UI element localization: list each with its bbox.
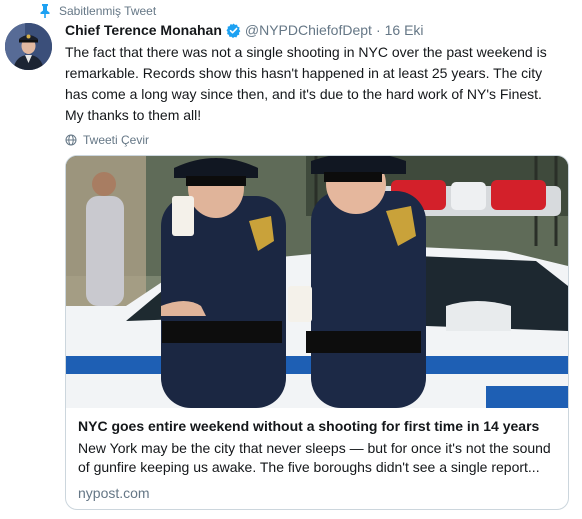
- pin-icon: [40, 4, 50, 18]
- translate-label[interactable]: Tweeti Çevir: [83, 133, 149, 147]
- pinned-tweet-indicator: Sabitlenmiş Tweet: [39, 4, 156, 18]
- card-domain[interactable]: nypost.com: [78, 484, 556, 502]
- tweet-header: Chief Terence Monahan @NYPDChiefofDept ·…: [65, 20, 575, 40]
- avatar-image: [5, 23, 52, 70]
- avatar[interactable]: [5, 23, 52, 70]
- card-title[interactable]: NYC goes entire weekend without a shooti…: [78, 417, 556, 436]
- translate-tweet-link[interactable]: Tweeti Çevir: [65, 132, 575, 148]
- verified-badge-icon: [226, 22, 241, 38]
- pinned-label: Sabitlenmiş Tweet: [59, 4, 157, 18]
- card-photo: [66, 156, 568, 408]
- author-name[interactable]: Chief Terence Monahan: [65, 20, 222, 40]
- link-preview-card[interactable]: NYC goes entire weekend without a shooti…: [65, 155, 569, 510]
- separator: ·: [375, 22, 381, 38]
- card-body: NYC goes entire weekend without a shooti…: [66, 408, 568, 502]
- card-description: New York may be the city that never slee…: [78, 440, 551, 475]
- author-handle[interactable]: @NYPDChiefofDept: [245, 20, 372, 40]
- card-image[interactable]: [66, 156, 568, 408]
- tweet: Chief Terence Monahan @NYPDChiefofDept ·…: [65, 20, 575, 148]
- globe-icon: [65, 134, 77, 146]
- tweet-text: The fact that there was not a single sho…: [65, 44, 547, 123]
- tweet-date[interactable]: 16 Eki: [385, 20, 424, 40]
